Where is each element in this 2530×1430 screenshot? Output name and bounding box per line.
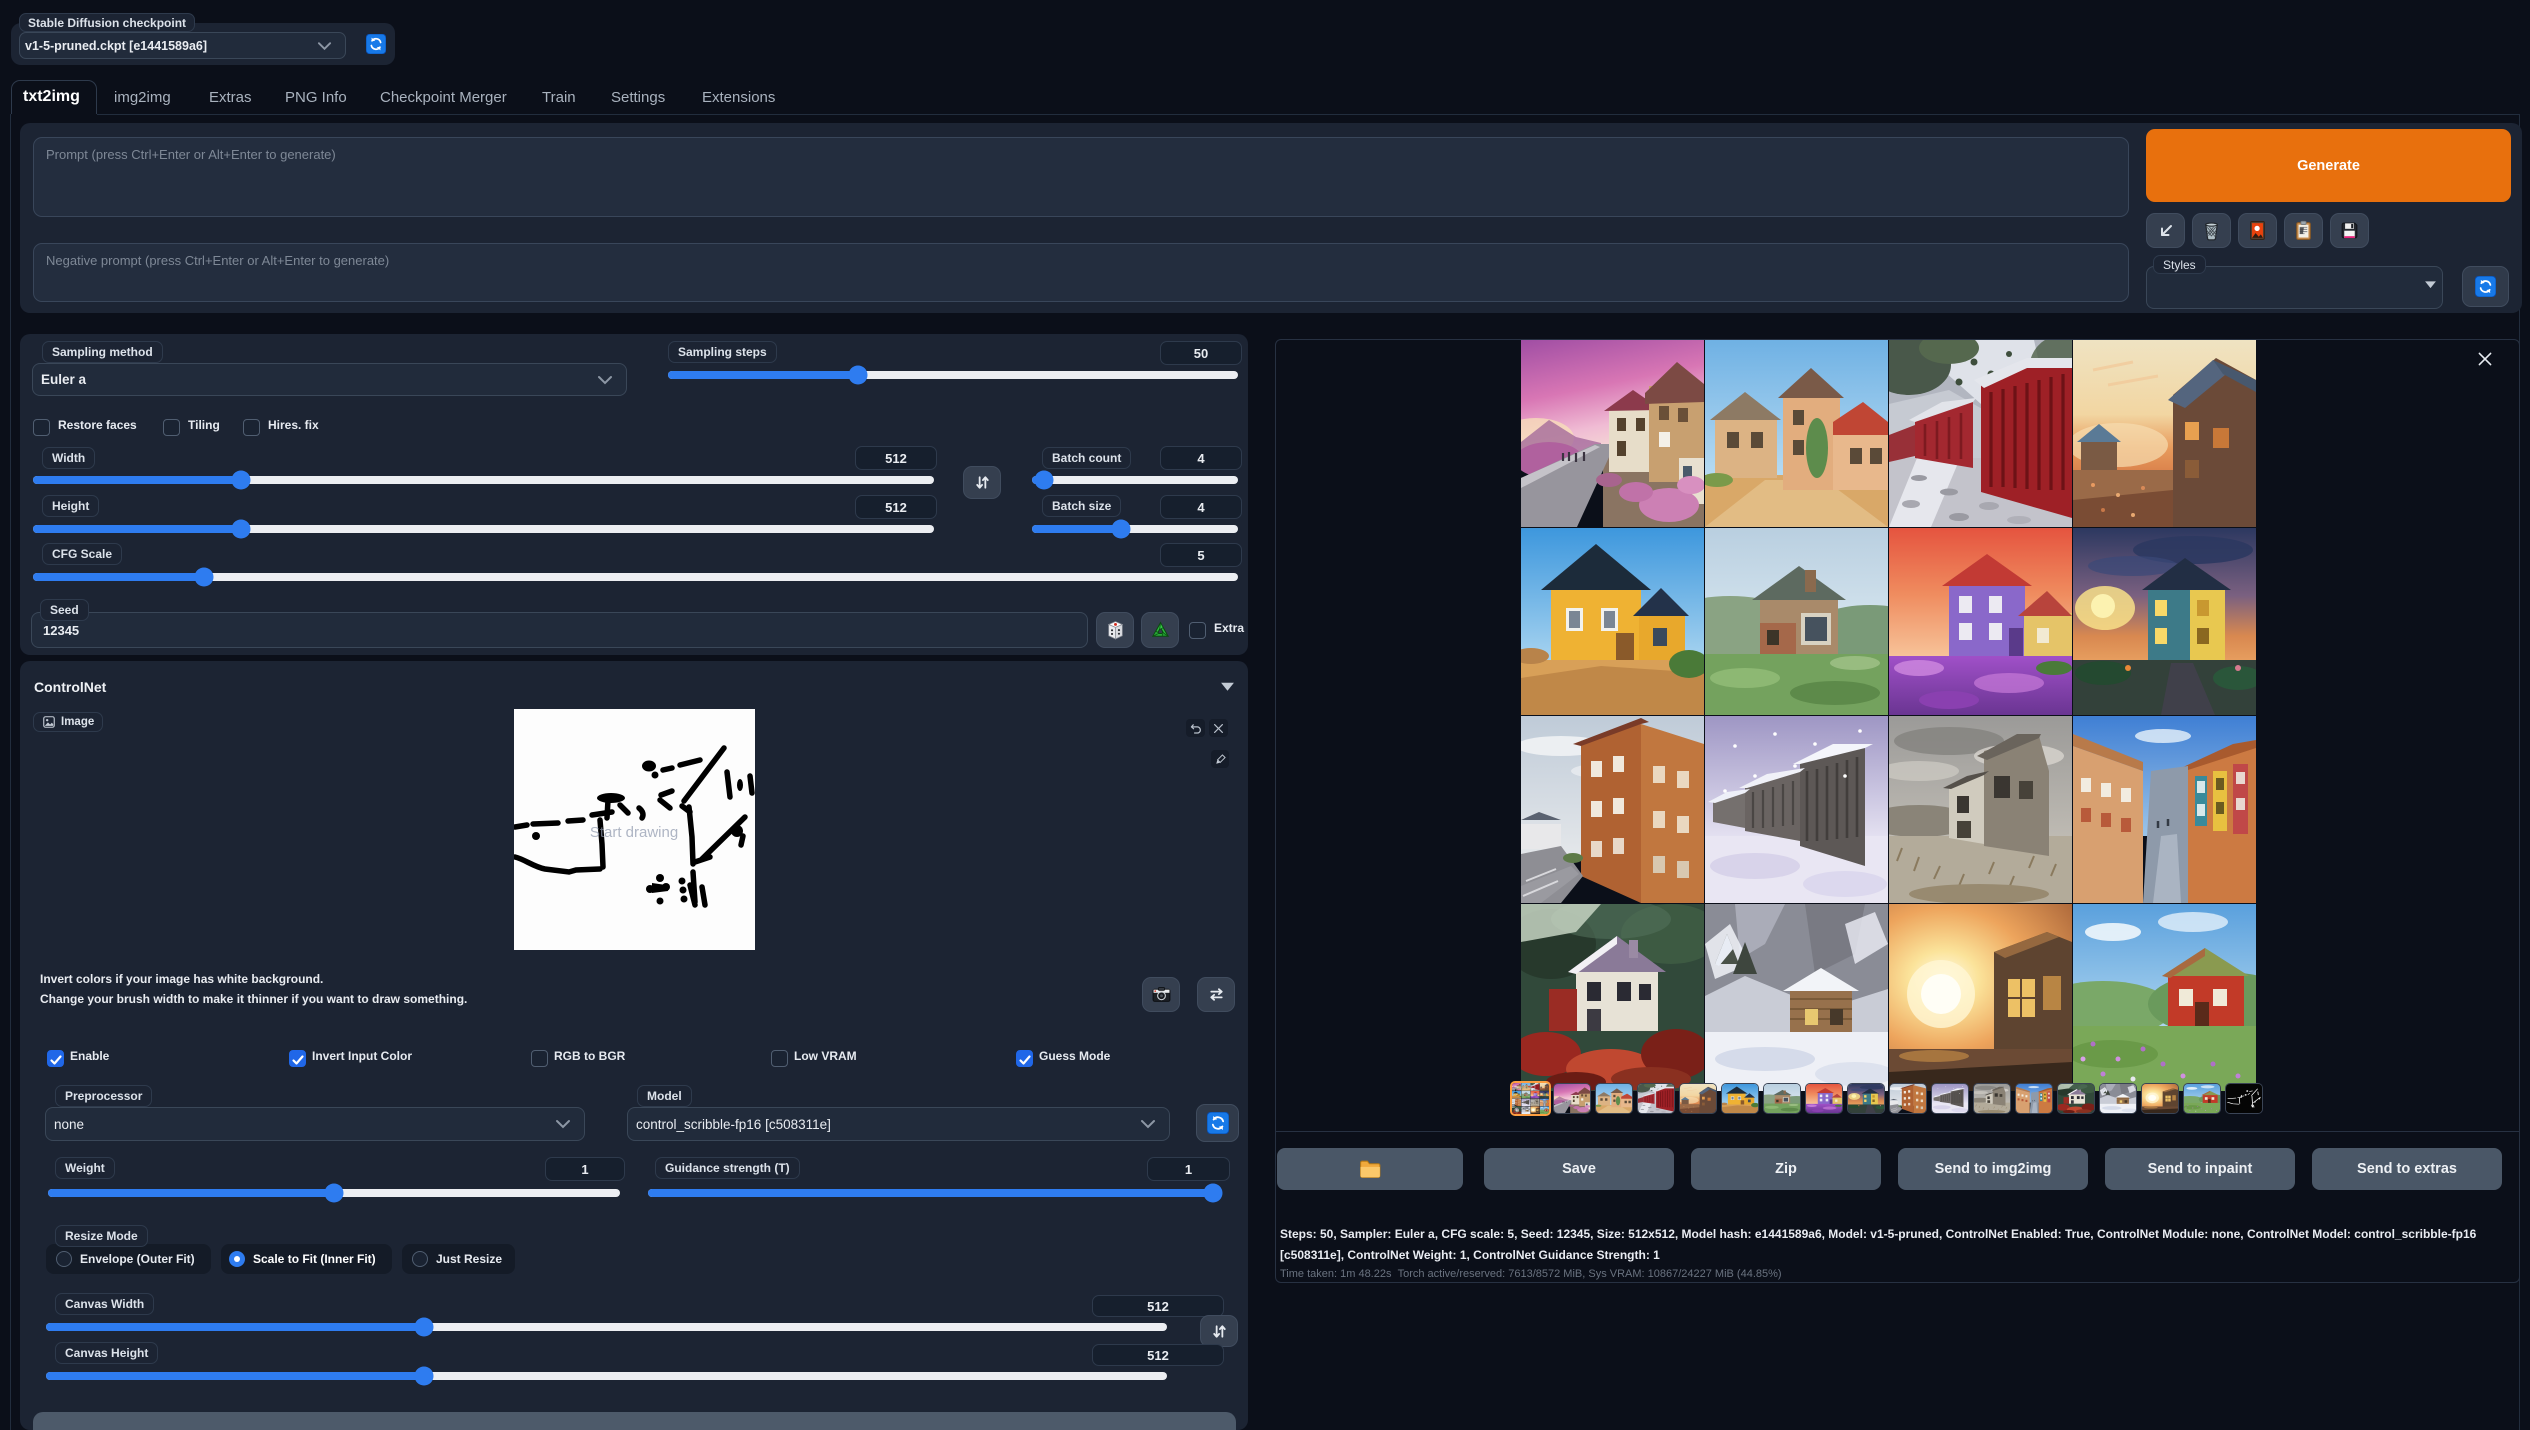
svg-text:Start drawing: Start drawing	[590, 824, 678, 841]
